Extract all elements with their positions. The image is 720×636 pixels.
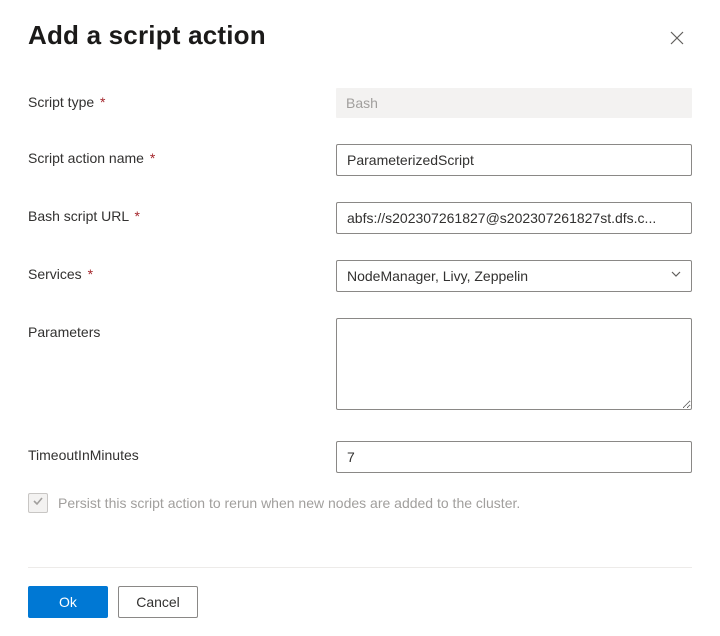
label-text: Script action name xyxy=(28,150,144,166)
script-action-name-label: Script action name * xyxy=(28,144,336,166)
row-script-type: Script type * Bash xyxy=(28,88,692,118)
parameters-textarea[interactable] xyxy=(336,318,692,410)
timeout-field xyxy=(336,441,692,473)
services-label: Services * xyxy=(28,260,336,282)
bash-script-url-input[interactable] xyxy=(336,202,692,234)
row-script-action-name: Script action name * xyxy=(28,144,692,176)
close-icon xyxy=(670,29,684,49)
persist-checkbox xyxy=(28,493,48,513)
check-icon xyxy=(32,494,44,512)
cancel-button[interactable]: Cancel xyxy=(118,586,198,618)
parameters-label: Parameters xyxy=(28,318,336,340)
label-text: Bash script URL xyxy=(28,208,129,224)
row-bash-script-url: Bash script URL * xyxy=(28,202,692,234)
label-text: TimeoutInMinutes xyxy=(28,447,139,463)
script-type-field: Bash xyxy=(336,88,692,118)
close-button[interactable] xyxy=(662,26,692,52)
bash-script-url-field xyxy=(336,202,692,234)
label-text: Script type xyxy=(28,94,94,110)
parameters-field xyxy=(336,318,692,415)
row-parameters: Parameters xyxy=(28,318,692,415)
services-field: NodeManager, Livy, Zeppelin xyxy=(336,260,692,292)
row-persist: Persist this script action to rerun when… xyxy=(28,493,692,513)
timeout-input[interactable] xyxy=(336,441,692,473)
persist-label: Persist this script action to rerun when… xyxy=(58,495,520,511)
services-dropdown[interactable]: NodeManager, Livy, Zeppelin xyxy=(336,260,692,292)
script-type-label: Script type * xyxy=(28,88,336,110)
form-body: Script type * Bash Script action name * … xyxy=(28,88,692,567)
label-text: Services xyxy=(28,266,82,282)
timeout-label: TimeoutInMinutes xyxy=(28,441,336,463)
required-marker: * xyxy=(88,266,93,282)
services-select-wrap: NodeManager, Livy, Zeppelin xyxy=(336,260,692,292)
panel-footer: Ok Cancel xyxy=(28,567,692,618)
row-services: Services * NodeManager, Livy, Zeppelin xyxy=(28,260,692,292)
script-type-readonly: Bash xyxy=(336,88,692,118)
row-timeout: TimeoutInMinutes xyxy=(28,441,692,473)
ok-button[interactable]: Ok xyxy=(28,586,108,618)
script-action-name-field xyxy=(336,144,692,176)
required-marker: * xyxy=(150,150,155,166)
script-action-name-input[interactable] xyxy=(336,144,692,176)
required-marker: * xyxy=(100,94,105,110)
add-script-action-panel: Add a script action Script type * Bash S… xyxy=(0,0,720,636)
panel-title: Add a script action xyxy=(28,20,266,51)
bash-script-url-label: Bash script URL * xyxy=(28,202,336,224)
label-text: Parameters xyxy=(28,324,100,340)
panel-header: Add a script action xyxy=(28,20,692,52)
required-marker: * xyxy=(135,208,140,224)
services-selected-value: NodeManager, Livy, Zeppelin xyxy=(347,268,528,284)
